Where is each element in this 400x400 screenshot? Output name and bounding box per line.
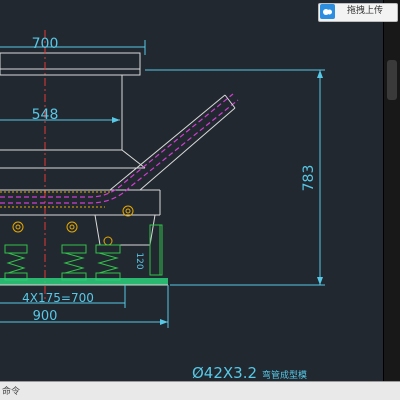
- drawing-title-spec: Ø42X3.2: [192, 364, 257, 381]
- dimension-spring-height-label: 120: [134, 252, 144, 269]
- drawing-canvas[interactable]: 700 548 783 120 4X175=700 900 Ø42X3.2 弯管…: [0, 0, 383, 382]
- chute-frame: [0, 189, 161, 246]
- upload-button-label: 拖拽上传: [346, 6, 383, 16]
- drawing-title-desc: 弯管成型模: [262, 369, 307, 381]
- dimension-spring-pitch-label: 4X175=700: [22, 291, 94, 305]
- dimension-top-width: 700: [0, 36, 146, 55]
- dimension-height-label: 783: [301, 165, 317, 192]
- vertical-scrollbar[interactable]: [384, 0, 400, 381]
- cad-drawing-window: 700 548 783 120 4X175=700 900 Ø42X3.2 弯管…: [0, 0, 400, 400]
- dimension-base-width-label: 900: [33, 309, 58, 324]
- dimension-height: 783: [145, 69, 325, 286]
- dimension-spring-pitch: 4X175=700: [0, 285, 126, 308]
- base-plate: [0, 278, 168, 286]
- drawing-viewport[interactable]: 700 548 783 120 4X175=700 900 Ø42X3.2 弯管…: [0, 0, 384, 382]
- dimension-top-width-label: 700: [32, 36, 59, 52]
- command-line-bar[interactable]: [0, 381, 400, 400]
- hopper-body: [0, 74, 146, 169]
- bolt-holes: [12, 205, 134, 246]
- command-prompt-label: 命令: [2, 387, 21, 397]
- top-plate: [0, 52, 141, 76]
- dimension-mid-width: 548: [0, 107, 120, 123]
- cloud-upload-icon: [320, 4, 335, 19]
- dimension-mid-width-label: 548: [32, 107, 59, 123]
- scrollbar-thumb[interactable]: [387, 60, 397, 100]
